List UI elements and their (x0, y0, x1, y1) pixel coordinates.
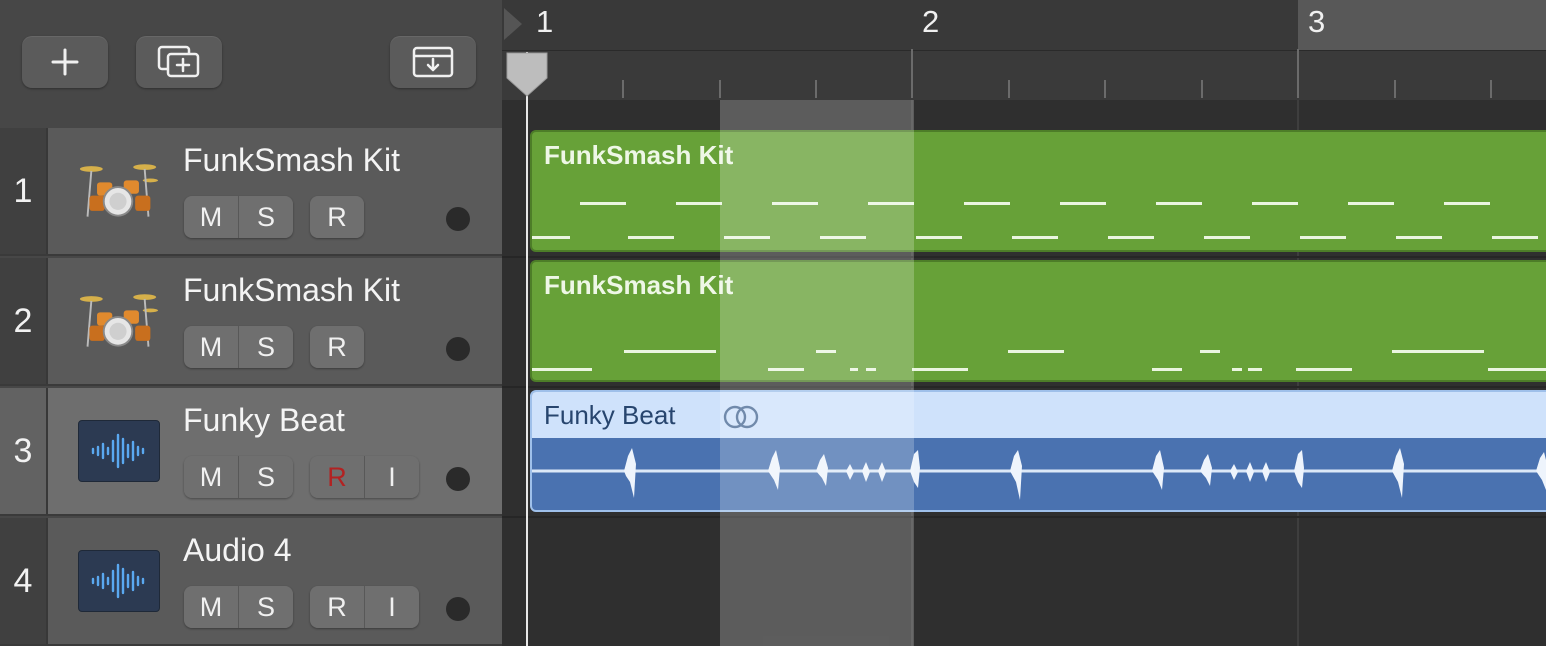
drum-kit-icon (78, 288, 158, 350)
beat-ticks (502, 49, 1546, 100)
tray-download-icon (411, 45, 455, 79)
drummer-region[interactable]: FunkSmash Kit (530, 130, 1546, 252)
record-input-group: R (310, 326, 364, 368)
mute-button[interactable]: M (184, 456, 238, 498)
drummer-region[interactable]: FunkSmash Kit (530, 260, 1546, 382)
track-header-3[interactable]: 3 Funky Beat M S R I (0, 388, 502, 516)
track-number: 4 (0, 518, 48, 644)
drum-kit-icon (78, 158, 158, 220)
audio-waveform (532, 448, 1546, 500)
record-input-group: R I (310, 456, 419, 498)
track-number: 1 (0, 128, 48, 254)
track-header-2[interactable]: 2 FunkSmash Kit M S R (0, 258, 502, 386)
record-enable-button[interactable]: R (310, 586, 364, 628)
mute-solo-group: M S (184, 326, 293, 368)
record-indicator[interactable] (446, 467, 470, 491)
bar-number-2: 2 (922, 4, 940, 39)
mute-solo-group: M S (184, 196, 293, 238)
input-monitor-button[interactable]: I (364, 586, 419, 628)
mute-button[interactable]: M (184, 586, 238, 628)
solo-button[interactable]: S (238, 326, 293, 368)
track-number: 2 (0, 258, 48, 384)
ruler-start-marker-icon (504, 8, 522, 40)
audio-region-header: Funky Beat (532, 392, 1546, 438)
solo-button[interactable]: S (238, 196, 293, 238)
solo-button[interactable]: S (238, 586, 293, 628)
cycle-range-highlight (720, 100, 914, 646)
record-indicator[interactable] (446, 597, 470, 621)
region-title: FunkSmash Kit (544, 270, 734, 300)
audio-waveform-icon (78, 550, 160, 612)
bar-number-1: 1 (536, 4, 554, 39)
bar-ruler[interactable]: 1 2 3 (502, 0, 1546, 51)
mute-button[interactable]: M (184, 326, 238, 368)
duplicate-track-icon (155, 44, 203, 80)
record-indicator[interactable] (446, 337, 470, 361)
plus-icon (50, 47, 80, 77)
timeline-ruler[interactable]: 1 2 3 (502, 0, 1546, 100)
playhead-line (526, 52, 528, 646)
record-enable-button[interactable]: R (310, 196, 364, 238)
region-title: Funky Beat (544, 400, 676, 430)
mute-solo-group: M S (184, 456, 293, 498)
record-input-group: R (310, 196, 364, 238)
track-header-1[interactable]: 1 FunkSmash Kit M S R (0, 128, 502, 256)
bar-number-3: 3 (1308, 4, 1326, 39)
track-header-4[interactable]: 4 Audio 4 M S R I (0, 518, 502, 646)
ruler-shaded-section (1298, 0, 1546, 50)
playhead-handle-icon[interactable] (504, 50, 550, 100)
track-name[interactable]: FunkSmash Kit (183, 272, 400, 309)
download-button[interactable] (390, 36, 476, 88)
audio-region[interactable]: Funky Beat (530, 390, 1546, 512)
tracks-area[interactable]: FunkSmash Kit FunkSmash Kit Funky Beat (502, 100, 1546, 646)
audio-waveform-icon (78, 420, 160, 482)
region-title: FunkSmash Kit (544, 140, 734, 170)
record-indicator[interactable] (446, 207, 470, 231)
mute-button[interactable]: M (184, 196, 238, 238)
add-track-button[interactable] (22, 36, 108, 88)
solo-button[interactable]: S (238, 456, 293, 498)
record-input-group: R I (310, 586, 419, 628)
record-enable-button[interactable]: R (310, 326, 364, 368)
track-name[interactable]: Audio 4 (183, 532, 292, 569)
track-header-panel: 1 FunkSmash Kit M S R 2 FunkSmash Kit M … (0, 0, 502, 646)
mute-solo-group: M S (184, 586, 293, 628)
input-monitor-button[interactable]: I (364, 456, 419, 498)
track-name[interactable]: FunkSmash Kit (183, 142, 400, 179)
track-number: 3 (0, 388, 48, 514)
track-header-toolbar (0, 0, 502, 130)
record-enable-button[interactable]: R (310, 456, 364, 498)
duplicate-track-button[interactable] (136, 36, 222, 88)
track-name[interactable]: Funky Beat (183, 402, 345, 439)
